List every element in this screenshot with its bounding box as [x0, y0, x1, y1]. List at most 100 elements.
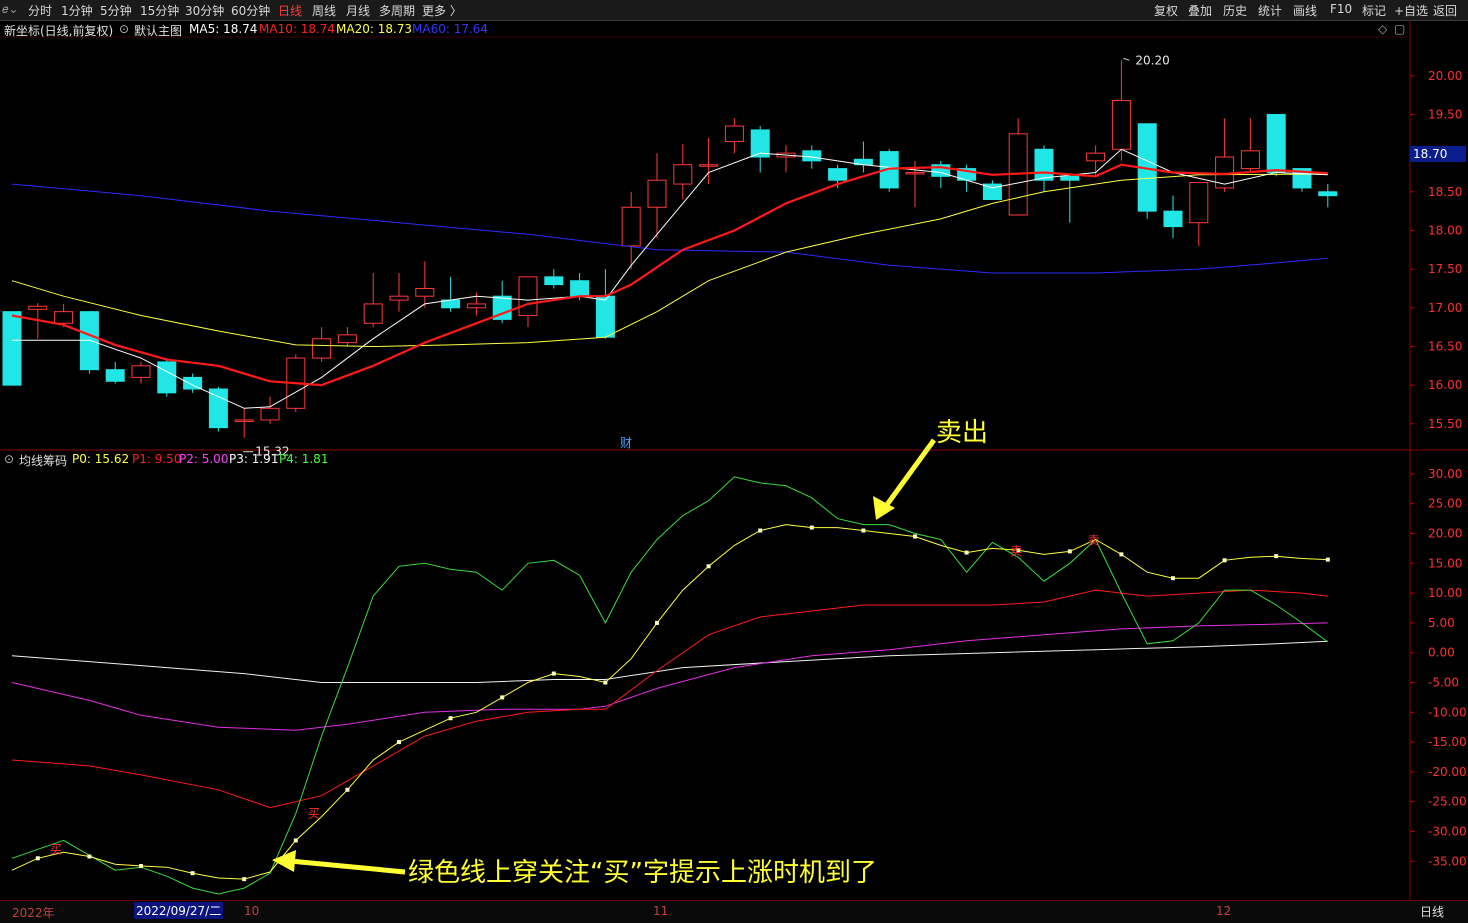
candle	[1189, 182, 1209, 246]
p0-value: P0: 15.62	[72, 452, 130, 466]
stock-title: 新坐标(日线,前复权)	[4, 24, 114, 38]
indicator-toggle-icon[interactable]: ⊙	[4, 452, 14, 466]
month-label-dec: 12	[1216, 904, 1232, 918]
sell-signal-marker: 卖	[1088, 533, 1100, 547]
candle	[337, 327, 357, 347]
cursor-date-label: 2022/09/27/二	[134, 902, 224, 919]
month-label-nov: 11	[653, 904, 669, 918]
p1-value: P1: 9.50	[132, 452, 182, 466]
buy-arrow-head	[272, 850, 296, 872]
indicator-title[interactable]: 均线筹码	[19, 452, 67, 469]
p0-marker-dot	[35, 856, 40, 861]
candle	[544, 269, 564, 289]
price-axis-label: 16.50	[1428, 339, 1462, 353]
candle	[1111, 60, 1131, 161]
p0-marker-dot	[964, 550, 969, 555]
candle	[441, 276, 461, 312]
candle-body-down	[570, 280, 590, 297]
candle	[363, 273, 383, 328]
indicator-axis-label: 25.00	[1428, 497, 1462, 511]
candle	[1086, 145, 1106, 177]
template-toggle-icon[interactable]: ⊙	[119, 22, 129, 36]
high-marker-arrow	[1123, 57, 1130, 61]
price-axis-label: 17.00	[1428, 301, 1462, 315]
ma20-line	[11, 173, 1328, 348]
p2-value: P2: 5.00	[179, 452, 229, 466]
candle-body-up	[1189, 182, 1209, 224]
p4-value: P4: 1.81	[279, 452, 329, 466]
candle-body-down	[595, 295, 615, 338]
indicator-axis-label: -10.00	[1428, 705, 1467, 719]
p0-marker-dot	[861, 528, 866, 533]
ma10-line	[11, 163, 1328, 387]
candle	[595, 269, 615, 339]
window-icon[interactable]: ▢	[1394, 22, 1405, 36]
price-axis-label: 18.00	[1428, 223, 1462, 237]
p0-marker-dot	[397, 740, 401, 745]
main-template-label[interactable]: 默认主图	[134, 22, 182, 39]
candle-body-up	[131, 365, 151, 378]
p2-line	[11, 622, 1328, 731]
p0-marker-dot	[655, 620, 659, 625]
candle-body-up	[1111, 100, 1131, 150]
indicator-axis-label: 0.00	[1428, 646, 1455, 660]
period-label[interactable]: 日线	[1420, 903, 1444, 920]
candle	[724, 118, 744, 154]
indicator-axis-label: -5.00	[1428, 675, 1459, 689]
p0-marker-dot	[242, 877, 247, 882]
ma60-value: MA60: 17.64	[412, 22, 489, 36]
candle-body-up	[260, 407, 280, 421]
p0-marker-dot	[603, 680, 608, 685]
candle	[1266, 113, 1286, 177]
p0-marker-dot	[1274, 554, 1279, 559]
price-axis-label: 16.00	[1428, 378, 1462, 392]
ma5-line	[12, 148, 1328, 409]
p0-marker-dot	[190, 871, 195, 876]
price-axis-label: 17.50	[1428, 262, 1462, 276]
ma10-value: MA10: 18.74	[259, 22, 336, 36]
candle-body-down	[1163, 210, 1183, 228]
candle	[183, 373, 203, 393]
candle	[131, 361, 151, 384]
indicator-axis-label: -30.00	[1428, 824, 1467, 838]
candle-body-up	[647, 179, 667, 208]
p0-marker-dot	[1171, 576, 1175, 581]
p0-line	[11, 524, 1328, 880]
p0-marker-dot	[706, 564, 711, 569]
candle-body-up	[1086, 152, 1106, 162]
indicator-axis-label: 5.00	[1428, 616, 1455, 630]
candle	[234, 408, 254, 438]
candle	[750, 126, 770, 173]
candle-body-up	[673, 164, 693, 185]
candle	[260, 396, 280, 424]
candle	[1034, 145, 1054, 192]
candle-body-down	[1318, 191, 1338, 197]
price-axis-label: 19.50	[1428, 107, 1462, 121]
candle	[1163, 195, 1183, 239]
candle-body-up	[518, 276, 538, 317]
candle	[105, 361, 125, 384]
candle-body-up	[415, 287, 435, 297]
candle-body-down	[183, 376, 203, 390]
candle-body-up	[363, 303, 383, 324]
candle-body-down	[1060, 175, 1080, 181]
p0-marker-dot	[87, 854, 92, 859]
indicator-axis-label: 30.00	[1428, 467, 1462, 481]
sell-signal-marker: 卖	[1010, 544, 1022, 558]
current-price-tag: 18.70	[1410, 146, 1466, 162]
candle-body-up	[54, 311, 74, 324]
candle-body-up	[312, 338, 332, 359]
finance-marker: 财	[620, 436, 632, 450]
diamond-icon[interactable]: ◇	[1378, 22, 1387, 36]
candle	[647, 153, 667, 239]
p0-marker-dot	[1119, 552, 1124, 557]
buy-annotation: 绿色线上穿关注“买”字提示上涨时机到了	[408, 858, 877, 888]
ma5-value: MA5: 18.74	[189, 22, 258, 36]
candle	[1137, 123, 1157, 219]
indicator-axis-label: -15.00	[1428, 735, 1467, 749]
price-axis-label: 18.50	[1428, 185, 1462, 199]
candle-body-down	[544, 276, 564, 286]
p0-marker-dot	[500, 695, 505, 700]
p0-marker-dot	[293, 838, 298, 843]
candle-body-up	[621, 206, 641, 247]
